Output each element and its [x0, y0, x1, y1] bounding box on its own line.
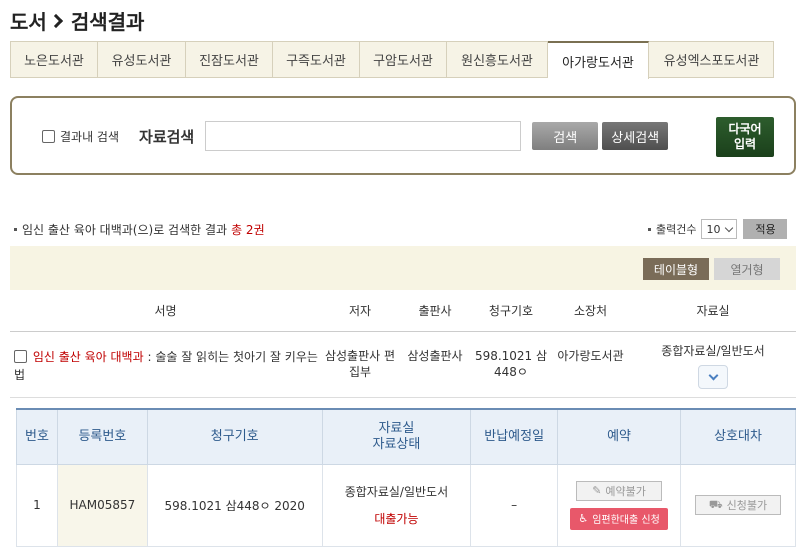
- result-row: 임신 출산 육아 대백과 : 술술 잘 읽히는 첫아기 잘 키우는법 삼성출판사…: [10, 332, 796, 398]
- list-view-button[interactable]: 열거형: [714, 258, 780, 280]
- search-button[interactable]: 검색: [532, 122, 599, 150]
- chevron-right-icon: [48, 13, 63, 28]
- bullet-icon: [648, 227, 651, 231]
- holdings-header-call-no: 청구기호: [146, 408, 323, 465]
- holdings-ill-cell: ⛟ 신청불가: [680, 463, 796, 547]
- holdings-no: 1: [16, 463, 58, 547]
- multilang-line1: 다국어: [728, 122, 762, 136]
- perpage-value: 10: [706, 222, 721, 236]
- tab-gujeuk[interactable]: 구즉도서관: [273, 42, 360, 77]
- perpage-control: 출력건수 10 적용: [648, 219, 788, 239]
- holdings-call-no: 598.1021 삼448ㅇ 2020: [146, 463, 323, 547]
- holdings-reserve-cell: ✎ 예약불가 ♿ 임편한대출 신청: [557, 463, 682, 547]
- results-header: 서명 저자 출판사 청구기호 소장처 자료실: [10, 290, 796, 332]
- reserve-button[interactable]: ✎ 예약불가: [576, 480, 663, 501]
- holdings-row: 1 HAM05857 598.1021 삼448ㅇ 2020 종합자료실/일반도…: [16, 463, 796, 547]
- result-room-cell: 종합자료실/일반도서: [630, 332, 796, 397]
- holdings-header-status: 자료상태: [372, 436, 421, 452]
- result-call-no: 598.1021 삼448ㅇ: [474, 349, 548, 379]
- search-label: 자료검색: [139, 127, 195, 146]
- header-call-no: 청구기호: [488, 304, 534, 318]
- holdings-header-ill: 상호대차: [680, 408, 796, 465]
- perpage-select[interactable]: 10: [701, 219, 738, 239]
- header-author: 저자: [348, 304, 372, 318]
- tab-yuseong[interactable]: 유성도서관: [98, 42, 186, 77]
- multilang-line2: 입력: [733, 137, 757, 151]
- bullet-icon: [14, 228, 17, 231]
- multilang-input-button[interactable]: 다국어 입력: [716, 117, 774, 157]
- header-publisher: 출판사: [418, 304, 452, 318]
- pregnant-loan-button[interactable]: ♿ 임편한대출 신청: [570, 507, 669, 530]
- table-view-button[interactable]: 테이블형: [643, 258, 709, 280]
- tab-noeun[interactable]: 노은도서관: [11, 42, 98, 77]
- ill-button-label: 신청불가: [726, 499, 768, 512]
- holdings-room-status: 종합자료실/일반도서 대출가능: [321, 463, 472, 547]
- search-panel: 결과내 검색 자료검색 검색 상세검색 다국어 입력: [10, 96, 796, 175]
- stroller-icon: ♿: [578, 512, 589, 525]
- view-toggle-bar: 테이블형 열거형: [10, 246, 796, 290]
- holdings-due: –: [470, 463, 559, 547]
- chevron-down-icon: [708, 370, 718, 381]
- ill-request-button[interactable]: ⛟ 신청불가: [695, 495, 781, 515]
- pregnant-loan-label: 임편한대출 신청: [592, 515, 660, 526]
- library-tabs: 노은도서관 유성도서관 진잠도서관 구즉도서관 구암도서관 원신흥도서관 아가랑…: [10, 41, 774, 79]
- header-room: 자료실: [696, 304, 730, 318]
- holdings-room: 종합자료실/일반도서: [344, 485, 449, 499]
- tab-wonsinheung[interactable]: 원신흥도서관: [447, 42, 548, 77]
- search-within-checkbox[interactable]: [42, 129, 55, 143]
- advanced-search-button[interactable]: 상세검색: [602, 122, 669, 150]
- header-location: 소장처: [573, 304, 608, 318]
- holdings-table: 번호 등록번호 청구기호 자료실 자료상태 반납예정일 예약 상호대차 1 HA…: [16, 408, 796, 547]
- perpage-label: 출력건수: [656, 223, 697, 236]
- summary-text: 임신 출산 육아 대백과(으)로 검색한 결과: [22, 223, 228, 237]
- result-count: 총 2권: [231, 223, 265, 237]
- tab-agarang[interactable]: 아가랑도서관: [548, 41, 649, 79]
- holdings-header-room-status: 자료실 자료상태: [321, 408, 472, 465]
- expand-holdings-button[interactable]: [698, 365, 728, 389]
- holdings-reg-no: HAM05857: [56, 463, 148, 547]
- result-title-link[interactable]: 임신 출산 육아 대백과: [33, 350, 144, 364]
- truck-icon: ⛟: [708, 497, 723, 511]
- result-room: 종합자료실/일반도서: [661, 344, 765, 358]
- search-within-label: 결과내 검색: [60, 129, 120, 144]
- title-section: 도서: [10, 10, 47, 34]
- result-location: 아가랑도서관: [557, 349, 624, 363]
- tab-jinjam[interactable]: 진잠도서관: [186, 42, 273, 77]
- tab-guam[interactable]: 구암도서관: [360, 42, 447, 77]
- header-title: 서명: [154, 304, 177, 318]
- result-title-cell: 임신 출산 육아 대백과 : 술술 잘 읽히는 첫아기 잘 키우는법: [10, 332, 321, 397]
- title-page: 검색결과: [70, 10, 145, 34]
- search-input[interactable]: [205, 121, 522, 151]
- holdings-header-reserve: 예약: [557, 408, 682, 465]
- holdings-header-room: 자료실: [378, 420, 415, 436]
- edit-icon: ✎: [592, 484, 602, 497]
- result-summary: 임신 출산 육아 대백과(으)로 검색한 결과 총 2권: [14, 221, 265, 238]
- tab-yuseong-expo[interactable]: 유성엑스포도서관: [649, 42, 774, 77]
- reserve-button-label: 예약불가: [605, 484, 646, 498]
- result-select-checkbox[interactable]: [14, 350, 27, 363]
- apply-button[interactable]: 적용: [743, 219, 788, 239]
- result-author: 삼성출판사 편집부: [324, 349, 396, 379]
- holdings-header-no: 번호: [16, 408, 58, 465]
- page-title: 도서 검색결과: [10, 6, 144, 35]
- holdings-header-reg-no: 등록번호: [56, 408, 148, 465]
- chevron-down-icon: [725, 223, 734, 232]
- holdings-status: 대출가능: [374, 512, 419, 526]
- holdings-header-due: 반납예정일: [470, 408, 559, 465]
- result-publisher: 삼성출판사: [407, 349, 463, 363]
